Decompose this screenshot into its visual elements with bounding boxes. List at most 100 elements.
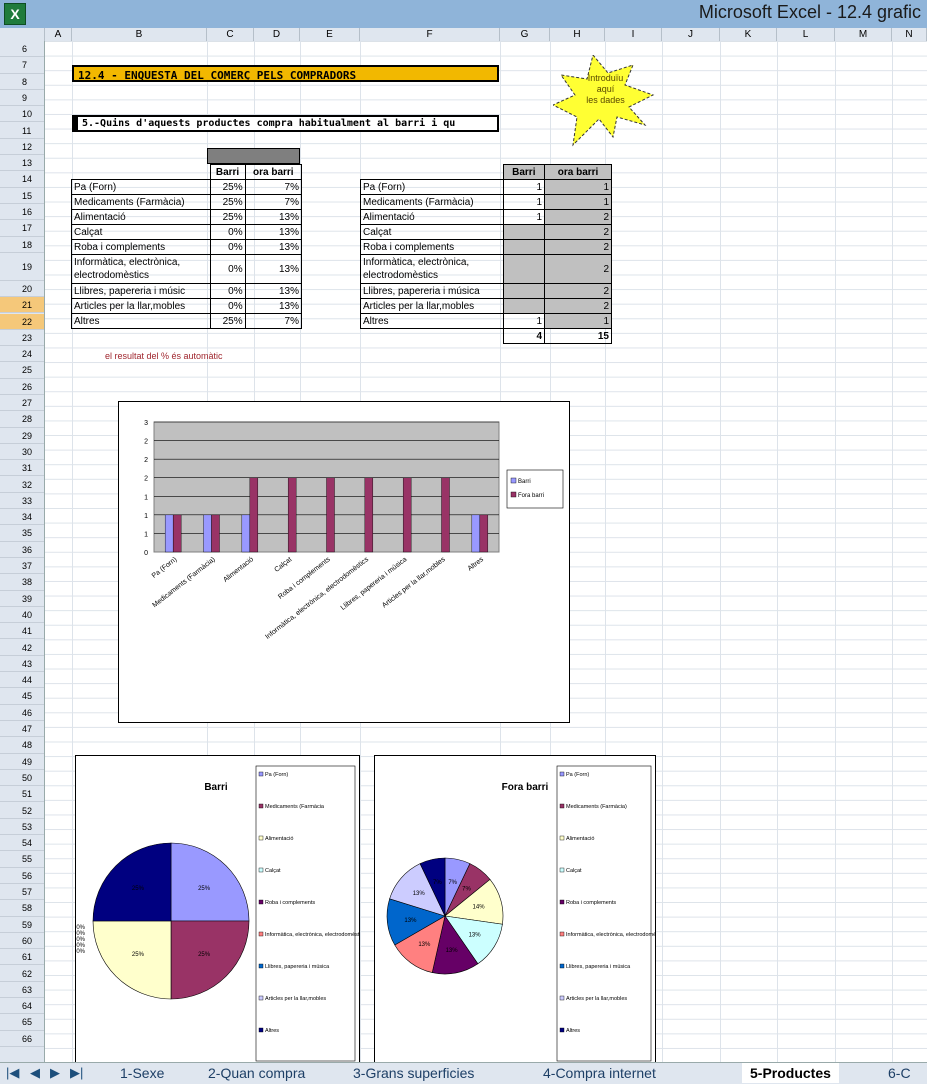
value-cell[interactable]: 1: [502, 209, 546, 225]
row-header-44[interactable]: 44: [0, 672, 44, 689]
row-header-30[interactable]: 30: [0, 444, 44, 461]
column-header-c[interactable]: C: [207, 28, 254, 41]
value-cell[interactable]: 13%: [244, 224, 303, 240]
row-header-65[interactable]: 65: [0, 1014, 44, 1031]
value-cell[interactable]: [502, 239, 546, 255]
row-label-cell[interactable]: Articles per la llar,mobles: [71, 298, 211, 314]
row-header-51[interactable]: 51: [0, 786, 44, 803]
bar-fora-barri[interactable]: [287, 477, 297, 553]
row-header-64[interactable]: 64: [0, 998, 44, 1015]
value-cell[interactable]: 25%: [209, 209, 246, 225]
row-header-59[interactable]: 59: [0, 917, 44, 933]
pie-slice[interactable]: [170, 920, 250, 1000]
value-cell[interactable]: 0%: [209, 239, 246, 255]
value-cell[interactable]: 0%: [209, 254, 246, 284]
column-header-b[interactable]: B: [72, 28, 207, 41]
row-header-52[interactable]: 52: [0, 803, 44, 819]
sheet-tab-1[interactable]: 1-Sexe: [112, 1063, 172, 1083]
value-cell[interactable]: 0%: [209, 224, 246, 240]
row-header-6[interactable]: 6: [0, 41, 44, 58]
value-cell[interactable]: 7%: [244, 194, 303, 210]
column-header-l[interactable]: L: [777, 28, 835, 41]
row-header-31[interactable]: 31: [0, 460, 44, 477]
row-header-10[interactable]: 10: [0, 106, 44, 123]
row-header-37[interactable]: 37: [0, 558, 44, 575]
pie-chart-fora-barri[interactable]: Fora barri 7% 7% 14% 13% 13% 13% 13% 13% 7% Pa (Fo…: [374, 755, 667, 1067]
row-header-36[interactable]: 36: [0, 542, 44, 558]
row-header-8[interactable]: 8: [0, 74, 44, 90]
row-label-cell[interactable]: Alimentació: [360, 209, 504, 225]
row-label-cell[interactable]: Calçat: [71, 224, 211, 240]
count-header-barri[interactable]: Barri: [502, 164, 546, 180]
value-cell[interactable]: 7%: [244, 313, 303, 329]
row-header-15[interactable]: 15: [0, 188, 44, 204]
row-header-24[interactable]: 24: [0, 346, 44, 363]
value-cell[interactable]: [502, 254, 546, 284]
value-cell[interactable]: 2: [544, 209, 612, 225]
row-header-39[interactable]: 39: [0, 591, 44, 607]
value-cell[interactable]: 25%: [209, 179, 246, 195]
row-label-cell[interactable]: Informàtica, electrònica, electrodomèsti…: [71, 254, 211, 284]
value-cell[interactable]: 7%: [244, 179, 303, 195]
row-header-9[interactable]: 9: [0, 90, 44, 107]
row-header-48[interactable]: 48: [0, 737, 44, 754]
row-header-41[interactable]: 41: [0, 623, 44, 640]
row-header-18[interactable]: 18: [0, 237, 44, 253]
row-header-54[interactable]: 54: [0, 835, 44, 852]
row-label-cell[interactable]: Informàtica, electrònica, electrodomèsti…: [360, 254, 504, 284]
row-header-47[interactable]: 47: [0, 721, 44, 738]
bar-barri[interactable]: [164, 514, 174, 553]
row-header-26[interactable]: 26: [0, 379, 44, 395]
bar-fora-barri[interactable]: [402, 477, 412, 553]
row-header-63[interactable]: 63: [0, 982, 44, 999]
title-banner[interactable]: 12.4 - ENQUESTA DEL COMERÇ PELS COMPRADO…: [72, 65, 499, 82]
column-header-d[interactable]: D: [254, 28, 300, 41]
row-header-53[interactable]: 53: [0, 819, 44, 836]
row-header-62[interactable]: 62: [0, 966, 44, 982]
column-header-k[interactable]: K: [720, 28, 777, 41]
excel-icon[interactable]: X: [4, 3, 26, 25]
row-label-cell[interactable]: Altres: [360, 313, 504, 329]
pie-chart-barri[interactable]: Barri 25% 25% 25% 0% 0% 0% 0% 0% 25% Pa (Forn) Medi…: [75, 755, 366, 1067]
row-label-cell[interactable]: Llibres, papereria i música: [360, 283, 504, 299]
row-header-32[interactable]: 32: [0, 477, 44, 493]
row-header-21[interactable]: 21: [0, 297, 44, 314]
sheet-tab-6[interactable]: 6-C: [880, 1063, 919, 1083]
row-label-cell[interactable]: Medicaments (Farmàcia): [360, 194, 504, 210]
row-header-60[interactable]: 60: [0, 933, 44, 950]
last-sheet-icon[interactable]: ▶|: [70, 1065, 83, 1081]
value-cell[interactable]: 0%: [209, 283, 246, 299]
row-header-14[interactable]: 14: [0, 171, 44, 188]
row-header-58[interactable]: 58: [0, 900, 44, 917]
row-header-22[interactable]: 22: [0, 313, 44, 330]
column-header-i[interactable]: I: [605, 28, 662, 41]
sheet-tab-5[interactable]: 5-Productes: [742, 1063, 839, 1083]
total-barri-cell[interactable]: 4: [502, 328, 546, 344]
bar-barri[interactable]: [241, 514, 251, 553]
row-header-66[interactable]: 66: [0, 1031, 44, 1047]
value-cell[interactable]: 2: [544, 283, 612, 299]
bar-fora-barri[interactable]: [479, 514, 489, 553]
bar-fora-barri[interactable]: [249, 477, 259, 553]
row-header-35[interactable]: 35: [0, 525, 44, 542]
row-label-cell[interactable]: Medicaments (Farmàcia): [71, 194, 211, 210]
count-header-fora[interactable]: ora barri: [544, 164, 612, 180]
row-label-cell[interactable]: Pa (Forn): [360, 179, 504, 195]
row-header-23[interactable]: 23: [0, 330, 44, 347]
row-label-cell[interactable]: Articles per la llar,mobles: [360, 298, 504, 314]
row-label-cell[interactable]: Llibres, papereria i músic: [71, 283, 211, 299]
row-header-56[interactable]: 56: [0, 868, 44, 884]
bar-fora-barri[interactable]: [211, 514, 220, 553]
row-label-cell[interactable]: Pa (Forn): [71, 179, 211, 195]
value-cell[interactable]: 13%: [244, 254, 303, 284]
row-header-34[interactable]: 34: [0, 509, 44, 526]
value-cell[interactable]: 25%: [209, 313, 246, 329]
row-header-57[interactable]: 57: [0, 884, 44, 901]
row-header-28[interactable]: 28: [0, 411, 44, 428]
value-cell[interactable]: [502, 298, 546, 314]
bar-fora-barri[interactable]: [364, 477, 374, 553]
row-header-55[interactable]: 55: [0, 851, 44, 868]
bar-chart[interactable]: 0 1 1 1 2 2 2 3 Pa (Forn) Medicaments (Farmàcia) A…: [118, 401, 570, 723]
value-cell[interactable]: 1: [544, 313, 612, 329]
input-note-callout[interactable]: Introduïu aquí les dades: [551, 53, 658, 150]
